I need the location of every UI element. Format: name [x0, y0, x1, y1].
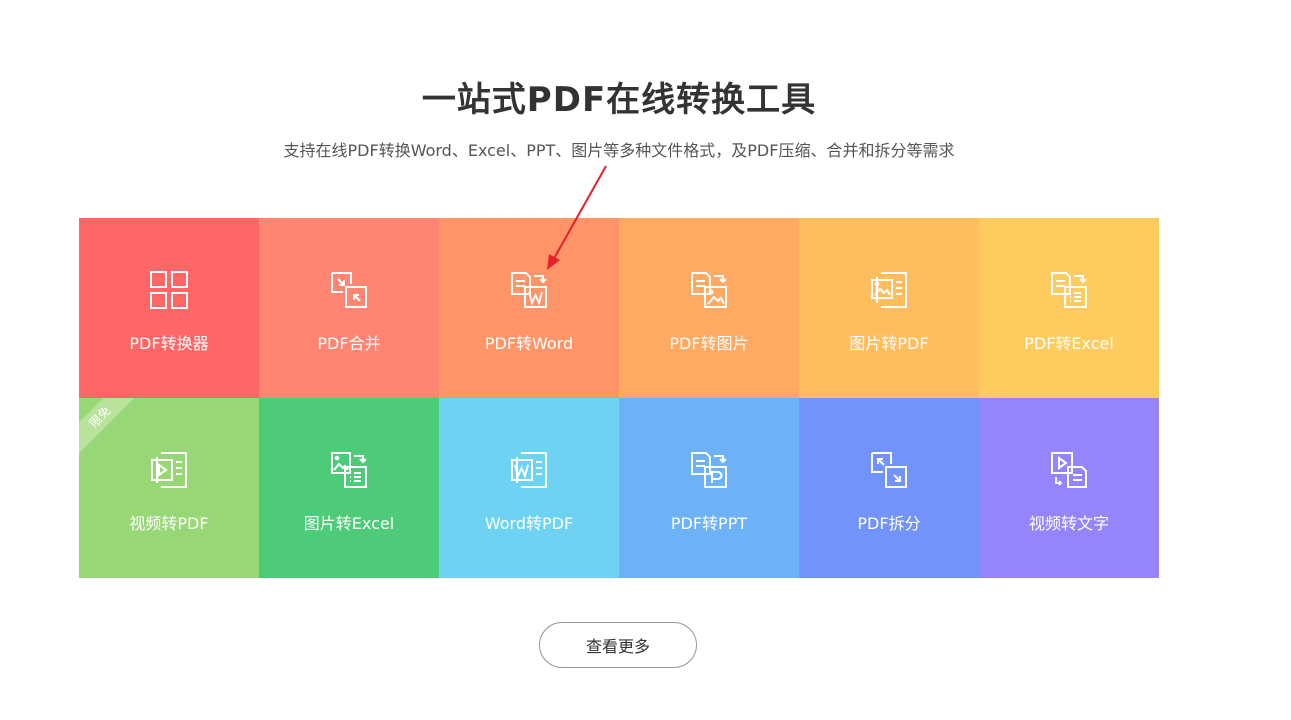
tool-label: 视频转文字: [1028, 514, 1109, 533]
pdf-to-ppt-icon: [689, 450, 729, 490]
tool-pdf-to-word[interactable]: PDF转Word: [439, 218, 619, 398]
tool-video-to-pdf[interactable]: 限免 视频转PDF: [79, 398, 259, 578]
tool-label: 图片转Excel: [303, 514, 395, 533]
pdf-to-image-icon: [689, 270, 729, 310]
tool-pdf-to-excel[interactable]: PDF转Excel: [979, 218, 1159, 398]
page-subtitle: 支持在线PDF转换Word、Excel、PPT、图片等多种文件格式，及PDF压缩…: [283, 141, 955, 160]
pdf-to-excel-icon: [1049, 270, 1089, 310]
tool-image-to-excel[interactable]: 图片转Excel: [259, 398, 439, 578]
tool-label: PDF转换器: [129, 334, 209, 353]
tool-pdf-split[interactable]: PDF拆分: [799, 398, 979, 578]
tool-pdf-merge[interactable]: PDF合并: [259, 218, 439, 398]
tool-pdf-converter[interactable]: PDF转换器: [79, 218, 259, 398]
tool-video-to-text[interactable]: 视频转文字: [979, 398, 1159, 578]
video-to-pdf-icon: [149, 450, 189, 490]
split-icon: [869, 450, 909, 490]
page: 一站式PDF在线转换工具 支持在线PDF转换Word、Excel、PPT、图片等…: [0, 0, 1291, 720]
tool-grid: PDF转换器 PDF合并 PDF转Word PDF转图片 图片转PDF PDF转…: [79, 218, 1159, 578]
tool-label: PDF拆分: [857, 514, 921, 533]
image-to-pdf-icon: [869, 270, 909, 310]
tool-label: PDF合并: [317, 334, 381, 353]
image-to-excel-icon: [329, 450, 369, 490]
tool-label: PDF转图片: [669, 334, 749, 353]
tool-label: PDF转Excel: [1024, 334, 1114, 353]
page-title: 一站式PDF在线转换工具: [421, 80, 817, 120]
tool-pdf-to-image[interactable]: PDF转图片: [619, 218, 799, 398]
grid-icon: [149, 270, 189, 310]
tool-label: PDF转PPT: [670, 514, 748, 533]
view-more-button[interactable]: 查看更多: [539, 622, 697, 668]
tool-pdf-to-ppt[interactable]: PDF转PPT: [619, 398, 799, 578]
video-to-text-icon: [1049, 450, 1089, 490]
tool-label: 图片转PDF: [849, 334, 929, 353]
free-badge: 限免: [79, 398, 147, 464]
word-to-pdf-icon: [509, 450, 549, 490]
merge-icon: [329, 270, 369, 310]
tool-label: Word转PDF: [484, 514, 574, 533]
tool-word-to-pdf[interactable]: Word转PDF: [439, 398, 619, 578]
tool-label: PDF转Word: [484, 334, 574, 353]
tool-image-to-pdf[interactable]: 图片转PDF: [799, 218, 979, 398]
pdf-to-word-icon: [509, 270, 549, 310]
tool-label: 视频转PDF: [129, 514, 209, 533]
